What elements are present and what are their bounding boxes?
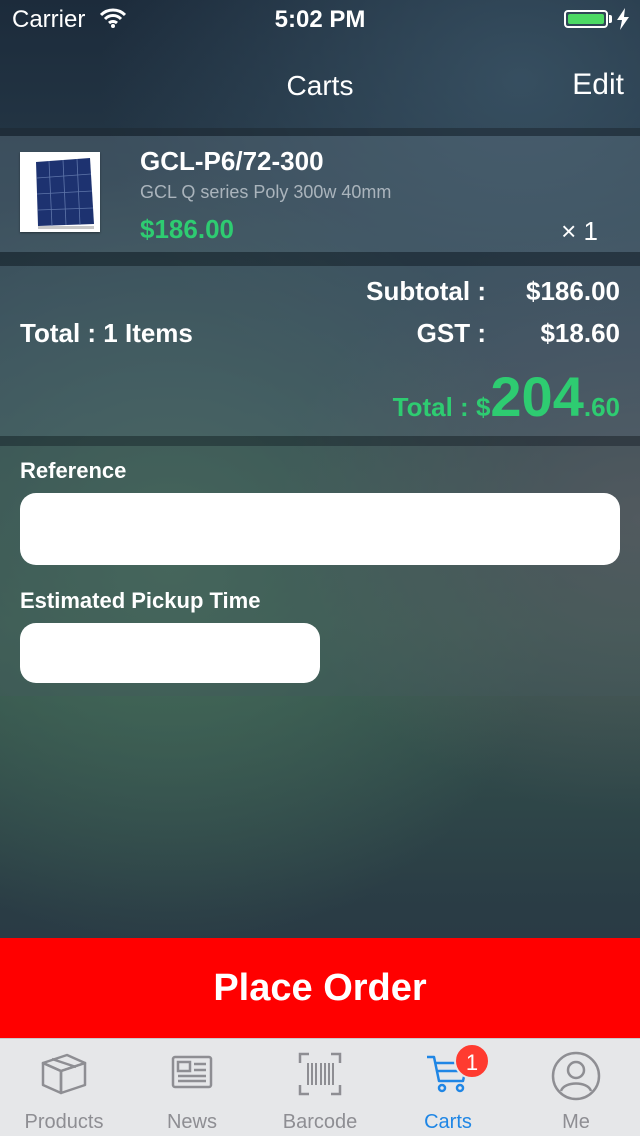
status-bar: Carrier 5:02 PM	[0, 0, 640, 40]
product-name: GCL-P6/72-300	[140, 146, 324, 176]
item-count: Total : 1 Items	[20, 318, 193, 348]
edit-button[interactable]: Edit	[572, 68, 624, 102]
tab-products[interactable]: Products	[0, 1039, 128, 1136]
barcode-icon	[297, 1051, 343, 1102]
product-price: $186.00	[140, 214, 234, 244]
tab-carts[interactable]: 1 Carts	[384, 1039, 512, 1136]
tab-me-label: Me	[562, 1111, 590, 1133]
order-form: Reference Estimated Pickup Time	[0, 446, 640, 696]
subtotal-label: Subtotal :	[366, 276, 486, 306]
section-divider-2	[0, 436, 640, 446]
tab-news-label: News	[166, 1111, 217, 1133]
charging-bolt-icon	[616, 8, 630, 35]
grand-total-dollars: 204	[490, 365, 584, 428]
battery-icon	[564, 10, 608, 28]
grand-total-label: Total : $	[392, 392, 491, 422]
product-description: GCL Q series Poly 300w 40mm	[140, 182, 392, 202]
tab-barcode[interactable]: Barcode	[256, 1039, 384, 1136]
box-icon	[39, 1051, 89, 1102]
pickup-time-label: Estimated Pickup Time	[20, 588, 261, 613]
tab-products-label: Products	[24, 1111, 104, 1133]
cart-item[interactable]: GCL-P6/72-300 GCL Q series Poly 300w 40m…	[0, 136, 640, 252]
tab-bar: Products News Barcode 1 Carts Me	[0, 1038, 640, 1136]
newspaper-icon	[170, 1051, 214, 1096]
grand-total-cents: .60	[583, 392, 620, 422]
solar-panel-image	[20, 152, 100, 232]
product-quantity[interactable]: × 1	[561, 216, 598, 247]
gst-label: GST :	[416, 318, 486, 348]
reference-label: Reference	[20, 458, 127, 483]
nav-divider	[0, 128, 640, 136]
pickup-time-input[interactable]	[20, 623, 320, 683]
grand-total: Total : $204.60	[393, 364, 620, 429]
user-icon	[551, 1051, 601, 1106]
tab-carts-label: Carts	[424, 1111, 472, 1133]
subtotal-value: $186.00	[526, 276, 620, 306]
clock: 5:02 PM	[274, 6, 366, 33]
cart-badge: 1	[454, 1043, 490, 1079]
tab-news[interactable]: News	[128, 1039, 256, 1136]
tab-barcode-label: Barcode	[282, 1111, 358, 1133]
reference-input[interactable]	[20, 493, 620, 565]
page-title: Carts	[286, 70, 354, 101]
gst-value: $18.60	[540, 318, 620, 348]
battery-tip	[609, 15, 612, 23]
place-order-button[interactable]: Place Order	[0, 938, 640, 1038]
product-thumbnail	[20, 152, 100, 232]
section-divider	[0, 252, 640, 266]
tab-me[interactable]: Me	[512, 1039, 640, 1136]
totals-panel: Total : 1 Items Subtotal : $186.00 GST :…	[0, 266, 640, 436]
